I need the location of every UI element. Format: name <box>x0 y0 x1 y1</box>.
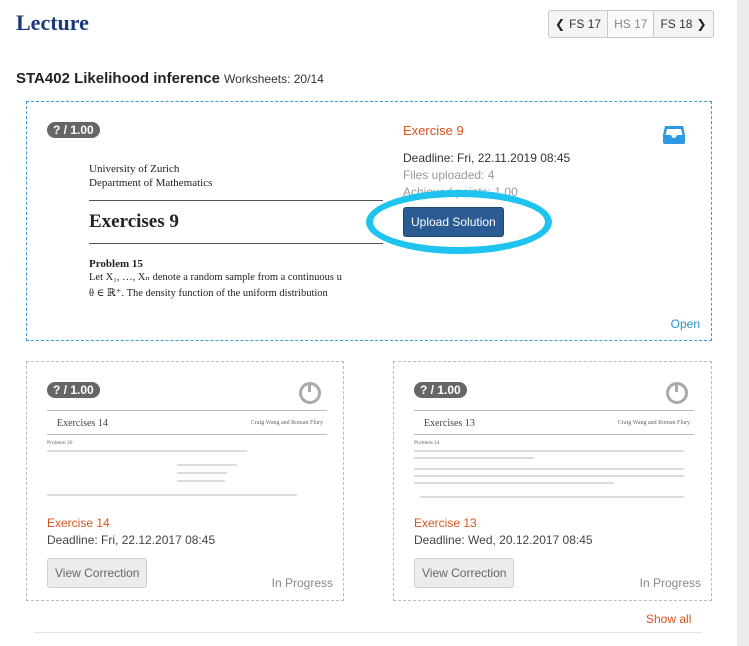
worksheet-preview: University of Zurich Department of Mathe… <box>89 162 389 302</box>
exercise-title[interactable]: Exercise 13 <box>414 516 477 530</box>
score-badge: ? / 1.00 <box>414 382 467 398</box>
text-line <box>177 464 237 466</box>
text-line <box>177 480 225 482</box>
status-label: In Progress <box>639 576 701 590</box>
text-line <box>414 468 684 470</box>
course-heading: STA402 Likelihood inference Worksheets: … <box>16 70 324 87</box>
exercise-card[interactable]: Exercises 13 Craig Wang and Roman Flury … <box>393 361 712 601</box>
score-badge: ? / 1.00 <box>47 122 100 138</box>
thumbnail-authors: Craig Wang and Roman Flury <box>617 420 690 426</box>
semester-fs18: FS 18 <box>660 17 693 31</box>
show-all-link[interactable]: Show all <box>646 612 691 626</box>
chevron-right-icon: ❯ <box>696 17 707 31</box>
thumbnail-authors: Craig Wang and Roman Flury <box>250 420 323 426</box>
semester-switcher: ❮ FS 17 HS 17 FS 18 ❯ <box>548 10 714 38</box>
exercise-card[interactable]: Exercises 14 Craig Wang and Roman Flury … <box>26 361 344 601</box>
files-uploaded: Files uploaded: 4 <box>403 168 495 182</box>
page-title: Lecture <box>16 10 89 35</box>
text-line <box>414 475 684 477</box>
clock-progress-icon <box>299 382 321 404</box>
course-title: STA402 Likelihood inference <box>16 70 220 87</box>
deadline: Deadline: Wed, 20.12.2017 08:45 <box>414 533 593 547</box>
divider <box>47 434 327 435</box>
deadline: Deadline: Fri, 22.12.2017 08:45 <box>47 533 216 547</box>
department-line: Department of Mathematics <box>89 177 213 189</box>
text-line <box>420 496 684 498</box>
clock-progress-icon <box>666 382 688 404</box>
thumbnail-problem: Problem 26 <box>47 440 73 446</box>
upload-solution-button[interactable]: Upload Solution <box>403 207 504 237</box>
semester-next-button[interactable]: FS 18 ❯ <box>654 11 712 37</box>
thumbnail-title: Exercises 14 <box>57 418 108 429</box>
worksheets-count: Worksheets: 20/14 <box>223 72 324 86</box>
text-line <box>414 482 614 484</box>
inbox-tray-icon[interactable] <box>663 124 685 144</box>
text-line <box>47 450 247 452</box>
scrollbar[interactable] <box>737 0 749 646</box>
problem-text: Let X₁, …, Xₙ denote a random sample fro… <box>89 272 342 283</box>
view-correction-button[interactable]: View Correction <box>414 558 515 588</box>
institution-line: University of Zurich <box>89 163 180 175</box>
text-line <box>47 494 297 496</box>
thumbnail-title: Exercises 13 <box>424 418 475 429</box>
open-link[interactable]: Open <box>671 317 700 331</box>
exercise-title[interactable]: Exercise 14 <box>47 516 110 530</box>
divider <box>89 243 383 244</box>
exercise-title[interactable]: Exercise 9 <box>403 123 464 138</box>
semester-fs17: FS 17 <box>569 17 602 31</box>
chevron-left-icon: ❮ <box>555 17 566 31</box>
semester-hs17[interactable]: HS 17 <box>608 11 655 37</box>
text-line <box>177 472 227 474</box>
worksheet-thumbnail: Exercises 13 Craig Wang and Roman Flury … <box>414 388 694 518</box>
text-line <box>414 457 534 459</box>
semester-prev-button[interactable]: ❮ FS 17 <box>549 11 609 37</box>
divider <box>414 434 694 435</box>
deadline: Deadline: Fri, 22.11.2019 08:45 <box>403 151 571 165</box>
status-label: In Progress <box>271 576 333 590</box>
divider <box>414 410 694 411</box>
problem-text: θ ∈ ℝ⁺. The density function of the unif… <box>89 288 328 299</box>
problem-heading: Problem 15 <box>89 258 143 270</box>
worksheet-heading: Exercises 9 <box>89 211 179 232</box>
divider <box>47 410 327 411</box>
score-badge: ? / 1.00 <box>47 382 100 398</box>
achieved-points: Achieved points: 1.00 <box>403 185 518 199</box>
text-line <box>414 450 684 452</box>
divider <box>34 632 702 633</box>
exercise-card-main[interactable]: ? / 1.00 University of Zurich Department… <box>26 101 712 341</box>
view-correction-button[interactable]: View Correction <box>47 558 148 588</box>
thumbnail-problem: Problem 24 <box>414 440 440 446</box>
worksheet-thumbnail: Exercises 14 Craig Wang and Roman Flury … <box>47 388 327 518</box>
divider <box>89 200 383 201</box>
